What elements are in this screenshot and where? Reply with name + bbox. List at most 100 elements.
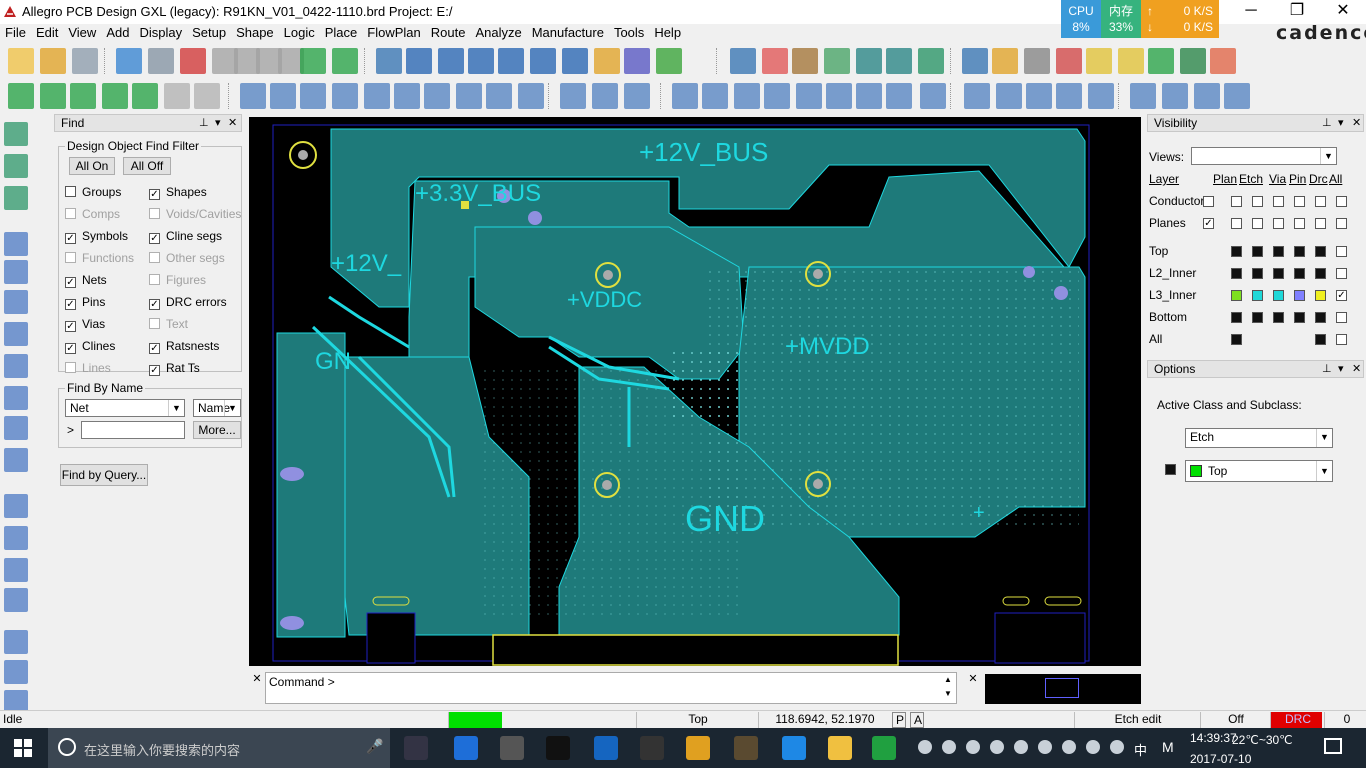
- filter-ratsnests[interactable]: ✓ Ratsnests: [149, 339, 219, 354]
- layer-color-swatch[interactable]: [1273, 312, 1284, 323]
- route-icon[interactable]: [1088, 83, 1114, 109]
- vis-header-plan[interactable]: Plan: [1213, 172, 1237, 186]
- sunlogin-icon[interactable]: [686, 736, 710, 760]
- tray-sync-icon[interactable]: [966, 740, 980, 754]
- tray-usb-icon[interactable]: [1014, 740, 1028, 754]
- mail-icon[interactable]: [1162, 83, 1188, 109]
- tray-grid-icon[interactable]: [918, 740, 932, 754]
- board-drawing[interactable]: +12V_BUS +3.3V_BUS +12V_ GN +VDDC +MVDD …: [249, 117, 1141, 666]
- vis-checkbox[interactable]: [1294, 196, 1305, 207]
- placement-icon[interactable]: [4, 260, 28, 284]
- rectangle-tool-icon[interactable]: [4, 526, 28, 550]
- waveform-icon[interactable]: [920, 83, 946, 109]
- class-select[interactable]: Etch ▼: [1185, 428, 1333, 448]
- filter-pins[interactable]: ✓ Pins: [65, 295, 105, 310]
- windows-start-icon[interactable]: [14, 739, 32, 757]
- tray-shield-icon[interactable]: [1038, 740, 1052, 754]
- edge-browser-icon[interactable]: [454, 736, 478, 760]
- app2-icon[interactable]: [640, 736, 664, 760]
- window-icon[interactable]: [1130, 83, 1156, 109]
- status-a-toggle[interactable]: A: [910, 712, 924, 728]
- save-icon[interactable]: [72, 48, 98, 74]
- vis-checkbox[interactable]: [1315, 218, 1326, 229]
- vis-checkbox[interactable]: [1315, 196, 1326, 207]
- menu-tools[interactable]: Tools: [609, 24, 649, 42]
- delete-icon[interactable]: [180, 48, 206, 74]
- pin-icon[interactable]: ⊥: [1322, 115, 1332, 131]
- route-snake-icon[interactable]: [4, 660, 28, 684]
- zoom-center-icon[interactable]: [562, 48, 588, 74]
- vis-header-drc[interactable]: Drc: [1309, 172, 1328, 186]
- island-icon[interactable]: [456, 83, 482, 109]
- check-icon[interactable]: [1056, 83, 1082, 109]
- refresh-icon[interactable]: [594, 48, 620, 74]
- layer-color-swatch[interactable]: [1231, 290, 1242, 301]
- filter-drc-errors[interactable]: ✓ DRC errors: [149, 295, 227, 310]
- dropdown-icon[interactable]: ▾: [1338, 361, 1344, 377]
- camera-icon[interactable]: [734, 83, 760, 109]
- tray-battery-icon[interactable]: [1062, 740, 1076, 754]
- layer-color-swatch[interactable]: [1294, 246, 1305, 257]
- flip-design-icon[interactable]: [656, 48, 682, 74]
- select-icon[interactable]: [332, 83, 358, 109]
- layer-color-swatch[interactable]: [1273, 268, 1284, 279]
- layer-color-swatch[interactable]: [1231, 246, 1242, 257]
- dimension-icon[interactable]: [560, 83, 586, 109]
- shadow-icon[interactable]: [792, 48, 818, 74]
- measure-icon[interactable]: [992, 48, 1018, 74]
- etch-top-icon[interactable]: [8, 83, 34, 109]
- layer-all-checkbox[interactable]: ✓: [1336, 290, 1347, 301]
- views-select[interactable]: ▼: [1191, 147, 1337, 165]
- vis-checkbox[interactable]: [1231, 196, 1242, 207]
- all-on-button[interactable]: All On: [69, 157, 115, 175]
- menu-logic[interactable]: Logic: [279, 24, 320, 42]
- find-type-select[interactable]: Net ▼: [65, 399, 185, 417]
- vis-checkbox[interactable]: [1252, 218, 1263, 229]
- layer-all-checkbox[interactable]: [1336, 312, 1347, 323]
- menu-analyze[interactable]: Analyze: [470, 24, 526, 42]
- layer-color-swatch[interactable]: [1294, 312, 1305, 323]
- odb-icon[interactable]: [624, 83, 650, 109]
- menu-flowplan[interactable]: FlowPlan: [362, 24, 425, 42]
- world-view[interactable]: [985, 674, 1141, 704]
- menu-shape[interactable]: Shape: [231, 24, 279, 42]
- circle-icon[interactable]: [300, 83, 326, 109]
- tray-k-icon[interactable]: [990, 740, 1004, 754]
- fanout-icon[interactable]: [4, 322, 28, 346]
- route-ab-icon[interactable]: [4, 630, 28, 654]
- menu-display[interactable]: Display: [134, 24, 187, 42]
- refdes-icon[interactable]: [764, 83, 790, 109]
- close-panel-icon[interactable]: ✕: [1352, 115, 1361, 131]
- vis-checkbox[interactable]: [1231, 218, 1242, 229]
- layer-all-checkbox[interactable]: [1336, 246, 1347, 257]
- zoom-out-icon[interactable]: [468, 48, 494, 74]
- zoom-prev-icon[interactable]: [530, 48, 556, 74]
- rect-icon[interactable]: [240, 83, 266, 109]
- layer-color-swatch[interactable]: [1294, 290, 1305, 301]
- color-icon[interactable]: [762, 48, 788, 74]
- layer-color-swatch[interactable]: [1273, 290, 1284, 301]
- layer-icon[interactable]: [824, 48, 850, 74]
- filter-cline-segs[interactable]: ✓ Cline segs: [149, 229, 222, 244]
- clean-icon[interactable]: [1056, 48, 1082, 74]
- close-panel-icon[interactable]: ✕: [228, 115, 237, 131]
- wrench-icon[interactable]: [702, 83, 728, 109]
- pin-icon[interactable]: ⊥: [199, 115, 209, 131]
- drc-indicator[interactable]: DRC: [1270, 712, 1322, 728]
- layer-color-swatch[interactable]: [1252, 312, 1263, 323]
- add-pin-icon[interactable]: [332, 48, 358, 74]
- text-edit-icon[interactable]: [4, 588, 28, 612]
- line-tool-icon[interactable]: [4, 494, 28, 518]
- ecm-icon[interactable]: [856, 48, 882, 74]
- global-view-icon[interactable]: [918, 48, 944, 74]
- connect-icon[interactable]: [4, 232, 28, 256]
- open-file-icon[interactable]: [40, 48, 66, 74]
- layer-color-swatch[interactable]: [1273, 246, 1284, 257]
- layer-color-swatch[interactable]: [1294, 268, 1305, 279]
- subclass-select[interactable]: Top ▼: [1185, 460, 1333, 482]
- layer-color-swatch[interactable]: [1315, 312, 1326, 323]
- vis-checkbox[interactable]: [1252, 196, 1263, 207]
- vis-checkbox[interactable]: [1273, 196, 1284, 207]
- find-mode-select[interactable]: Name ▼: [193, 399, 241, 417]
- delay-tune-icon[interactable]: [4, 386, 28, 410]
